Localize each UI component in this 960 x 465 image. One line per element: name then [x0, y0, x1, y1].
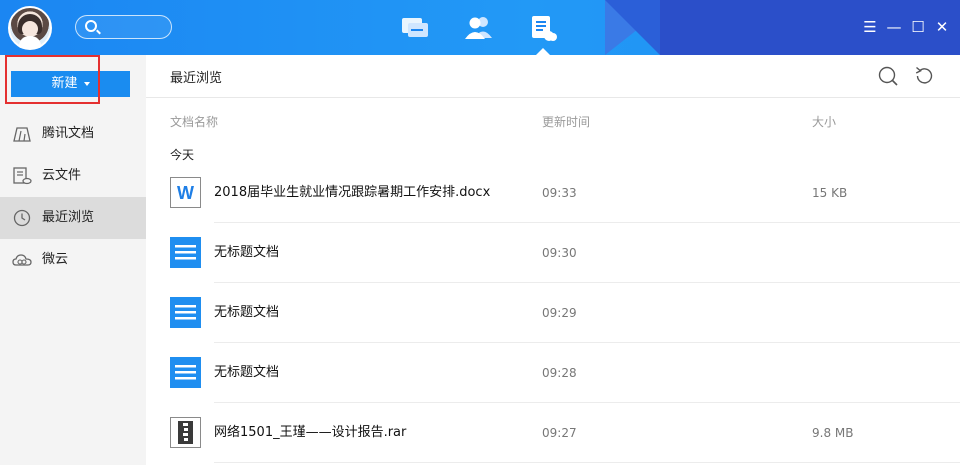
- table-row[interactable]: 无标题文档 09:28: [146, 343, 960, 403]
- sidebar-item-label: 微云: [42, 252, 69, 267]
- maximize-button[interactable]: ☐: [908, 17, 928, 37]
- sidebar-item-cloud-files[interactable]: 云文件: [0, 155, 146, 197]
- table-row[interactable]: 无标题文档 09:29: [146, 283, 960, 343]
- menu-icon[interactable]: ☰: [860, 17, 880, 37]
- file-time: 09:27: [542, 426, 577, 440]
- file-time: 09:33: [542, 186, 577, 200]
- tencent-docs-icon: [13, 127, 31, 142]
- file-name: 网络1501_王瑾——设计报告.rar: [214, 425, 407, 440]
- sidebar-item-label: 最近浏览: [42, 210, 95, 225]
- file-time: 09:30: [542, 246, 577, 260]
- file-size: 9.8 MB: [812, 426, 854, 440]
- search-icon: [85, 20, 97, 32]
- page-title: 最近浏览: [170, 71, 223, 86]
- divider: [146, 97, 960, 98]
- search-icon[interactable]: [877, 65, 899, 87]
- table-row[interactable]: 网络1501_王瑾——设计报告.rar 09:27 9.8 MB: [146, 403, 960, 463]
- clock-icon: [13, 209, 31, 227]
- refresh-icon[interactable]: [913, 65, 935, 87]
- sidebar-item-tencent-docs[interactable]: 腾讯文档: [0, 113, 146, 155]
- documents-cloud-icon: [532, 16, 557, 41]
- online-doc-icon: [170, 357, 201, 388]
- file-name: 无标题文档: [214, 365, 280, 380]
- file-name: 无标题文档: [214, 305, 280, 320]
- file-size: 15 KB: [812, 186, 848, 200]
- contacts-icon: [465, 17, 492, 39]
- column-header-name[interactable]: 文档名称: [170, 113, 218, 130]
- chat-bubbles-icon: [402, 18, 428, 37]
- annotation-highlight-box: [5, 55, 100, 104]
- svg-text:W: W: [177, 183, 194, 203]
- table-row[interactable]: W 2018届毕业生就业情况跟踪暑期工作安排.docx 09:33 15 KB: [146, 163, 960, 223]
- sidebar-item-recent[interactable]: 最近浏览: [0, 197, 146, 239]
- close-button[interactable]: ✕: [932, 17, 952, 37]
- sidebar-item-label: 腾讯文档: [42, 126, 95, 141]
- sidebar-item-label: 云文件: [42, 168, 82, 183]
- online-doc-icon: [170, 297, 201, 328]
- column-header-time[interactable]: 更新时间: [542, 113, 590, 130]
- table-row[interactable]: 无标题文档 09:30: [146, 223, 960, 283]
- weiyun-cloud-icon: [12, 254, 32, 266]
- file-time: 09:28: [542, 366, 577, 380]
- rar-archive-icon: [170, 417, 201, 448]
- avatar[interactable]: [8, 6, 52, 50]
- tab-contacts[interactable]: [462, 13, 496, 43]
- sidebar-item-weiyun[interactable]: 微云: [0, 239, 146, 281]
- cloud-file-icon: [13, 167, 32, 185]
- tab-messages[interactable]: [398, 13, 432, 43]
- file-time: 09:29: [542, 306, 577, 320]
- main-panel: 最近浏览 文档名称 更新时间 大小 今天 W 2018届毕业生就业情况跟踪暑期工…: [146, 55, 960, 465]
- tab-documents[interactable]: [526, 13, 560, 55]
- column-header-size[interactable]: 大小: [812, 113, 836, 130]
- online-doc-icon: [170, 237, 201, 268]
- file-name: 2018届毕业生就业情况跟踪暑期工作安排.docx: [214, 185, 491, 200]
- date-group-label: 今天: [170, 148, 195, 162]
- word-doc-icon: W: [170, 177, 201, 208]
- minimize-button[interactable]: —: [884, 17, 904, 37]
- titlebar-decoration: [605, 0, 660, 55]
- sidebar: 新建 腾讯文档 云文件 最近浏览 微云: [0, 55, 146, 465]
- title-bar: ☰ — ☐ ✕: [0, 0, 960, 55]
- file-name: 无标题文档: [214, 245, 280, 260]
- search-input[interactable]: [75, 15, 172, 39]
